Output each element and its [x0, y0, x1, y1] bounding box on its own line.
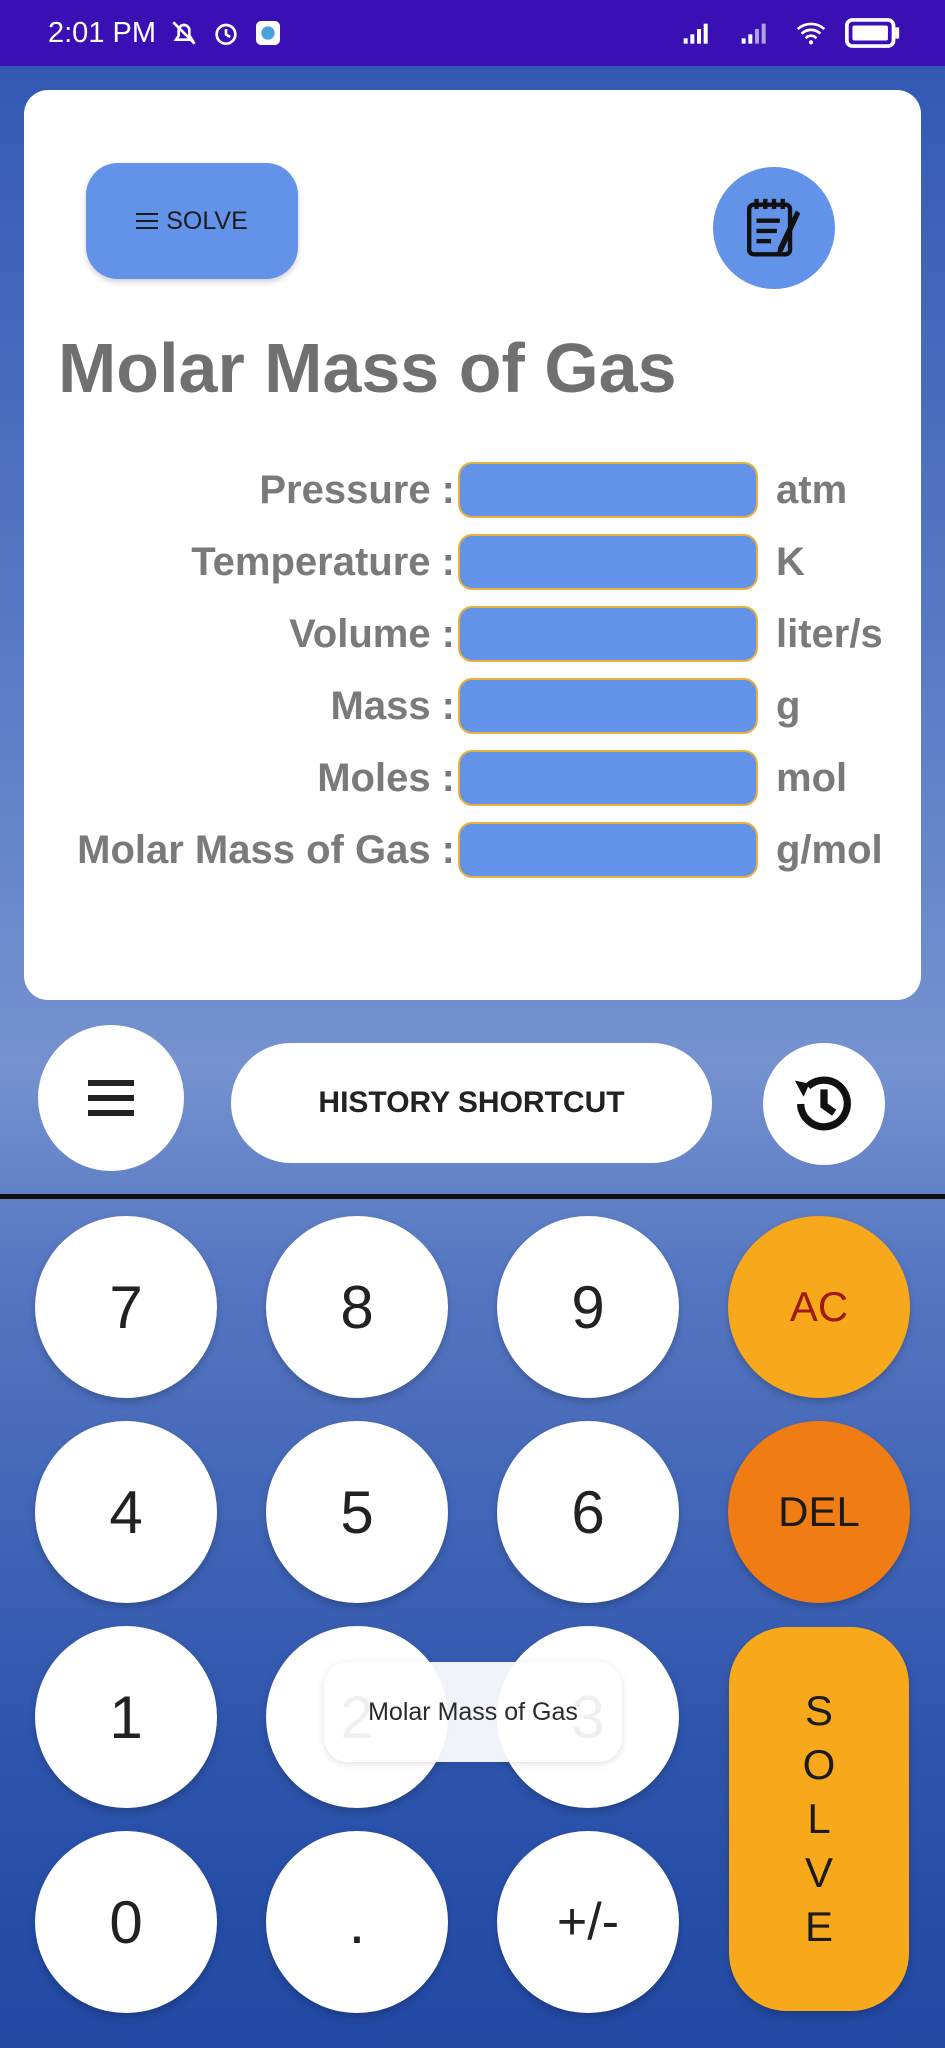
solve-menu-label: SOLVE — [166, 206, 248, 235]
divider — [0, 1194, 945, 1199]
volume-input[interactable] — [458, 606, 758, 662]
notepad-icon — [747, 198, 801, 257]
moles-input[interactable] — [458, 750, 758, 806]
temperature-unit: K — [776, 540, 805, 584]
moles-unit: mol — [776, 756, 848, 800]
solve-letter: O — [802, 1741, 836, 1788]
alarm-icon — [215, 23, 237, 45]
solve-letter: L — [807, 1795, 831, 1842]
signal-icon — [683, 23, 708, 44]
mass-unit: g — [776, 684, 801, 728]
volume-row: Volume : liter/s — [24, 606, 921, 662]
molar-mass-unit: g/mol — [776, 828, 883, 872]
key-7[interactable]: 7 — [35, 1216, 217, 1398]
wifi-icon — [796, 22, 826, 45]
calculator-card: SOLVE Molar Mass of Gas Pressure : atm T… — [24, 90, 921, 1000]
decimal-key[interactable]: . — [266, 1831, 448, 2013]
solve-letter: E — [804, 1903, 833, 1950]
solve-letter: S — [804, 1687, 833, 1734]
temperature-row: Temperature : K — [24, 534, 921, 590]
mass-input[interactable] — [458, 678, 758, 734]
sign-toggle-key[interactable]: +/- — [497, 1831, 679, 2013]
volume-label: Volume : — [289, 612, 455, 656]
mute-icon — [172, 21, 196, 45]
key-5[interactable]: 5 — [266, 1421, 448, 1603]
app-notification-icon — [256, 21, 280, 45]
molar-mass-input[interactable] — [458, 822, 758, 878]
signal-icon — [741, 23, 766, 44]
solve-menu-button[interactable]: SOLVE — [86, 163, 298, 279]
notepad-button[interactable] — [713, 167, 835, 289]
menu-button[interactable] — [38, 1025, 184, 1171]
key-0[interactable]: 0 — [35, 1831, 217, 2013]
key-6[interactable]: 6 — [497, 1421, 679, 1603]
battery-icon — [845, 18, 900, 48]
page-title: Molar Mass of Gas — [58, 329, 677, 407]
key-4[interactable]: 4 — [35, 1421, 217, 1603]
status-time: 2:01 PM — [48, 16, 156, 49]
solve-button[interactable]: S O L V E — [729, 1627, 909, 2011]
solve-letter: V — [804, 1849, 833, 1896]
molar-mass-label: Molar Mass of Gas : — [77, 828, 455, 872]
history-shortcut-button[interactable]: HISTORY SHORTCUT — [231, 1043, 712, 1163]
mass-row: Mass : g — [24, 678, 921, 734]
temperature-input[interactable] — [458, 534, 758, 590]
delete-button[interactable]: DEL — [728, 1421, 910, 1603]
mass-label: Mass : — [330, 684, 456, 728]
pressure-unit: atm — [776, 468, 848, 512]
key-8[interactable]: 8 — [266, 1216, 448, 1398]
pressure-input[interactable] — [458, 462, 758, 518]
moles-row: Moles : mol — [24, 750, 921, 806]
key-1[interactable]: 1 — [35, 1626, 217, 1808]
status-bar: 2:01 PM — [0, 0, 945, 66]
key-9[interactable]: 9 — [497, 1216, 679, 1398]
temperature-label: Temperature : — [191, 540, 455, 584]
toast-message: Molar Mass of Gas — [324, 1662, 622, 1762]
menu-lines-icon — [136, 213, 159, 229]
moles-label: Moles : — [317, 756, 455, 800]
hamburger-icon — [88, 1080, 134, 1116]
pressure-label: Pressure : — [259, 468, 455, 512]
pressure-row: Pressure : atm — [24, 462, 921, 518]
history-shortcut-label: HISTORY SHORTCUT — [318, 1086, 625, 1119]
clear-all-button[interactable]: AC — [728, 1216, 910, 1398]
molar-mass-row: Molar Mass of Gas : g/mol — [24, 822, 921, 878]
history-button[interactable] — [763, 1043, 885, 1165]
volume-unit: liter/s — [776, 612, 883, 656]
history-icon — [794, 1076, 851, 1131]
